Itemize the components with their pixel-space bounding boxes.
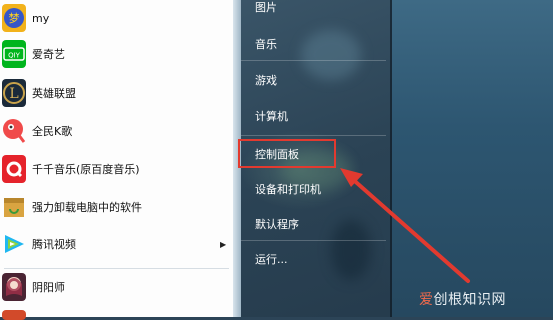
watermark: 爱创根知识网 (419, 289, 506, 309)
watermark-text: 创根知识网 (433, 292, 506, 308)
watermark-prefix: 爱 (419, 292, 434, 308)
annotation-arrow (340, 168, 470, 283)
